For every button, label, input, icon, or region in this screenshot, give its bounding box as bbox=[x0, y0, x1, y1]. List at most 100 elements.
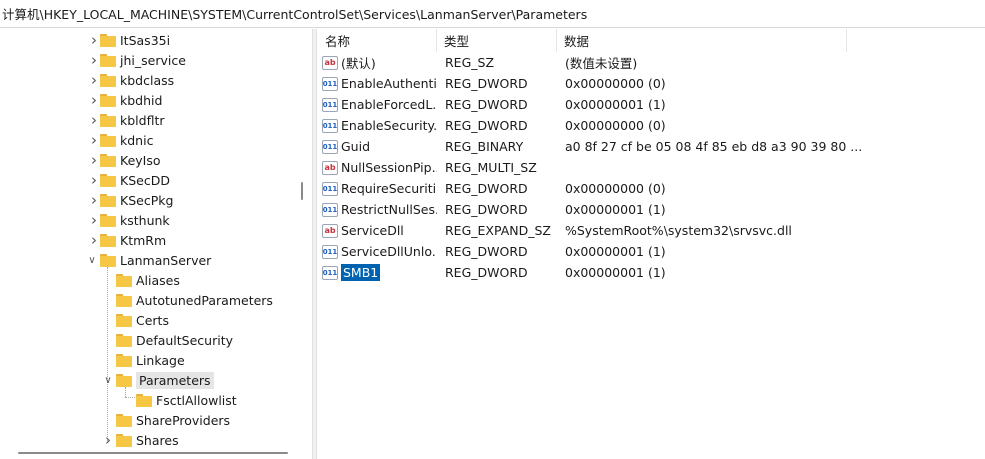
chevron-right-icon[interactable]: › bbox=[88, 31, 100, 49]
string-value-icon: ab bbox=[322, 223, 338, 238]
value-name: SMB1 bbox=[341, 264, 381, 281]
folder-icon bbox=[136, 393, 152, 407]
binary-value-icon: 011 bbox=[322, 76, 338, 91]
value-type: REG_DWORD bbox=[445, 76, 528, 91]
value-type: REG_MULTI_SZ bbox=[445, 160, 537, 175]
value-type: REG_BINARY bbox=[445, 139, 524, 154]
tree-item-label: KSecPkg bbox=[120, 192, 174, 208]
binary-value-icon: 011 bbox=[322, 97, 338, 112]
chevron-right-icon[interactable]: › bbox=[88, 211, 100, 229]
value-data: a0 8f 27 cf be 05 08 4f 85 eb d8 a3 90 3… bbox=[565, 139, 863, 154]
tree-item-label: kdnic bbox=[120, 132, 154, 148]
tree-item[interactable]: FsctlAllowlist bbox=[136, 390, 237, 410]
tree-vertical-scrollbar[interactable] bbox=[301, 182, 303, 200]
chevron-right-icon[interactable]: › bbox=[88, 51, 100, 69]
chevron-right-icon[interactable]: › bbox=[88, 231, 100, 249]
tree-item-label: jhi_service bbox=[120, 52, 186, 68]
value-row[interactable]: 011 ServiceDllUnlo... REG_DWORD 0x00000001 … bbox=[318, 241, 985, 262]
value-row[interactable]: 011 SMB1 REG_DWORD 0x00000001 (1) bbox=[318, 262, 985, 283]
value-row[interactable]: ab (默认) REG_SZ (数值未设置) bbox=[318, 52, 985, 73]
registry-tree[interactable]: › ItSas35i › jhi_service › kbdclass › kbdhid › kb… bbox=[0, 29, 312, 459]
binary-value-icon: 011 bbox=[322, 181, 338, 196]
column-header-type-label: 类型 bbox=[444, 34, 470, 49]
value-name: RequireSecuriti... bbox=[341, 181, 437, 196]
value-data: 0x00000000 (0) bbox=[565, 118, 666, 133]
value-data: %SystemRoot%\system32\srvsvc.dll bbox=[565, 223, 792, 238]
tree-item-label: kbdhid bbox=[120, 92, 163, 108]
value-name: NullSessionPip... bbox=[341, 160, 437, 175]
folder-icon bbox=[100, 33, 116, 47]
tree-horizontal-scrollbar[interactable] bbox=[18, 452, 288, 454]
value-type: REG_DWORD bbox=[445, 265, 528, 280]
column-header-data[interactable]: 数据 bbox=[557, 29, 847, 52]
value-type: REG_DWORD bbox=[445, 202, 528, 217]
column-header-name[interactable]: 名称 bbox=[318, 29, 437, 52]
folder-icon bbox=[116, 433, 132, 447]
tree-item[interactable]: Shares bbox=[116, 430, 179, 450]
value-row[interactable]: ab ServiceDll REG_EXPAND_SZ %SystemRoot%\sy… bbox=[318, 220, 985, 241]
folder-icon bbox=[100, 213, 116, 227]
chevron-right-icon[interactable]: › bbox=[88, 171, 100, 189]
chevron-right-icon[interactable]: › bbox=[88, 71, 100, 89]
tree-item-label: KSecDD bbox=[120, 172, 170, 188]
tree-item[interactable]: kbldfltr bbox=[100, 110, 165, 130]
tree-item[interactable]: kdnic bbox=[100, 130, 153, 150]
folder-icon bbox=[100, 133, 116, 147]
value-data: (数值未设置) bbox=[565, 56, 638, 71]
chevron-right-icon[interactable]: › bbox=[88, 191, 100, 209]
values-list[interactable]: 名称 类型 数据 ab (默认) REG_SZ (数值未设置) 011 EnableAut… bbox=[318, 29, 985, 459]
binary-value-icon: 011 bbox=[322, 202, 338, 217]
folder-icon bbox=[100, 113, 116, 127]
folder-open-icon bbox=[116, 373, 132, 387]
pane-splitter[interactable] bbox=[312, 29, 317, 459]
value-data bbox=[565, 157, 980, 178]
chevron-right-icon[interactable]: › bbox=[88, 131, 100, 149]
value-row[interactable]: 011 EnableForcedL... REG_DWORD 0x00000001 (… bbox=[318, 94, 985, 115]
chevron-right-icon[interactable]: › bbox=[102, 431, 114, 449]
chevron-down-icon[interactable]: ∨ bbox=[102, 374, 114, 386]
column-header-type[interactable]: 类型 bbox=[437, 29, 557, 52]
address-path[interactable]: 计算机\HKEY_LOCAL_MACHINE\SYSTEM\CurrentCon… bbox=[2, 4, 587, 23]
folder-icon bbox=[116, 413, 132, 427]
tree-item[interactable]: Certs bbox=[116, 310, 169, 330]
tree-item-label: kbldfltr bbox=[120, 112, 165, 128]
tree-item[interactable]: LanmanServer bbox=[100, 250, 211, 270]
binary-value-icon: 011 bbox=[322, 118, 338, 133]
tree-item[interactable]: AutotunedParameters bbox=[116, 290, 273, 310]
value-type: REG_DWORD bbox=[445, 181, 528, 196]
value-row[interactable]: ab NullSessionPip... REG_MULTI_SZ bbox=[318, 157, 985, 178]
tree-item-label: KeyIso bbox=[120, 152, 161, 168]
value-row[interactable]: 011 RestrictNullSes... REG_DWORD 0x00000001… bbox=[318, 199, 985, 220]
value-name: Guid bbox=[341, 139, 371, 154]
tree-item[interactable]: ksthunk bbox=[100, 210, 170, 230]
value-row[interactable]: 011RequireSecuriti... REG_DWORD 0x00000000… bbox=[318, 178, 985, 199]
value-data: 0x00000001 (1) bbox=[565, 265, 666, 280]
address-bar[interactable]: 计算机\HKEY_LOCAL_MACHINE\SYSTEM\CurrentCon… bbox=[0, 0, 985, 28]
tree-item[interactable]: ItSas35i bbox=[100, 30, 170, 50]
chevron-right-icon[interactable]: › bbox=[88, 151, 100, 169]
chevron-down-icon[interactable]: ∨ bbox=[86, 254, 98, 266]
tree-item-label: Aliases bbox=[136, 272, 180, 288]
tree-item[interactable]: DefaultSecurity bbox=[116, 330, 233, 350]
tree-item[interactable]: kbdclass bbox=[100, 70, 174, 90]
value-name: ServiceDllUnlo... bbox=[341, 244, 437, 259]
tree-item-label: ItSas35i bbox=[120, 32, 171, 48]
tree-item[interactable]: KSecDD bbox=[100, 170, 170, 190]
tree-item[interactable]: ShareProviders bbox=[116, 410, 230, 430]
chevron-right-icon[interactable]: › bbox=[88, 91, 100, 109]
value-row[interactable]: 011 EnableSecurity... REG_DWORD 0x00000000 … bbox=[318, 115, 985, 136]
column-header-data-label: 数据 bbox=[564, 34, 590, 49]
tree-item[interactable]: Parameters bbox=[116, 370, 214, 390]
value-row[interactable]: 011EnableAuthenti... REG_DWORD 0x00000000 … bbox=[318, 73, 985, 94]
value-row[interactable]: 011 Guid REG_BINARY a0 8f 27 cf be 05 08 4f… bbox=[318, 136, 985, 157]
tree-item[interactable]: jhi_service bbox=[100, 50, 186, 70]
chevron-right-icon[interactable]: › bbox=[88, 111, 100, 129]
tree-item[interactable]: KSecPkg bbox=[100, 190, 173, 210]
tree-item[interactable]: Linkage bbox=[116, 350, 185, 370]
tree-item[interactable]: Aliases bbox=[116, 270, 180, 290]
tree-item[interactable]: KeyIso bbox=[100, 150, 161, 170]
tree-item[interactable]: kbdhid bbox=[100, 90, 162, 110]
tree-item-label: kbdclass bbox=[120, 72, 175, 88]
tree-item[interactable]: KtmRm bbox=[100, 230, 166, 250]
tree-item-label: Linkage bbox=[136, 352, 185, 368]
